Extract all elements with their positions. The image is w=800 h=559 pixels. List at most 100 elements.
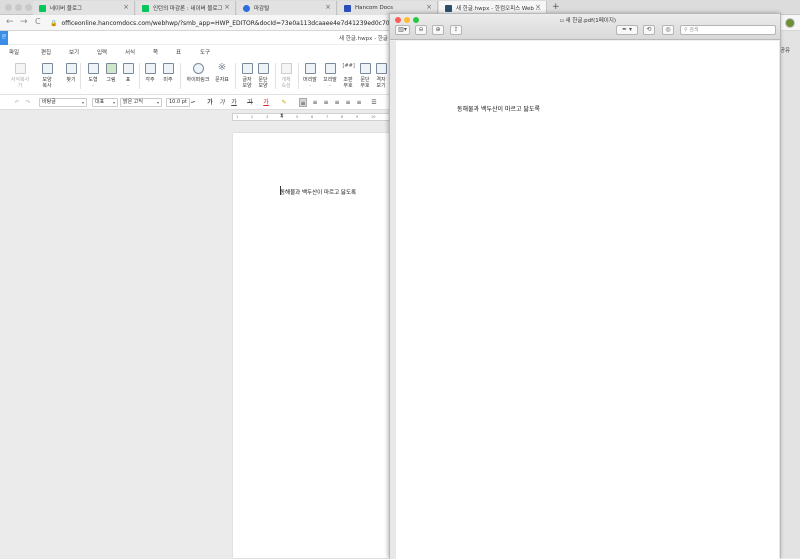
hancom-app-badge[interactable]: 한 [0,31,8,45]
pdf-text[interactable]: 동해물과 백두산이 마르고 닳도록 [457,104,540,113]
bold-button[interactable]: 가 [206,98,214,107]
window-minimize-button[interactable] [15,4,22,11]
preview-close-button[interactable] [395,17,401,23]
close-icon[interactable]: × [325,3,331,11]
strike-button[interactable]: 가 [246,98,254,107]
object-props-button[interactable]: 개체 속성 [275,63,297,89]
asterisk-icon: ※ [217,62,227,73]
preview-search-input[interactable]: ⚲ 검색 [680,25,776,35]
rotate-icon: ⟲ [646,26,652,33]
redo-button[interactable]: ↷ [24,98,32,107]
menu-edit[interactable]: 편집 [41,48,51,56]
preview-minimize-button[interactable] [404,17,410,23]
drop-favicon-icon [243,4,250,12]
brush-icon [41,63,53,74]
close-icon[interactable]: × [224,3,230,11]
document-title: 새 한글.hwpx - 한글 [338,36,388,42]
menu-table[interactable]: 표 [176,48,181,56]
menu-insert[interactable]: 입력 [97,48,107,56]
preview-canvas[interactable]: 동해물과 백두산이 마르고 닳도록 [390,41,780,559]
tab-intern-blog[interactable]: 인턴의 마감론 : 네이버 블로그 × [136,1,236,15]
pen-icon: ✒ ▾ [622,26,632,33]
undo-button[interactable]: ↶ [13,98,21,107]
align-left-icon[interactable]: ≡ [311,98,319,107]
format-painter-icon [14,63,26,74]
pdf-page[interactable]: 동해물과 백두산이 마르고 닳도록 [396,41,779,559]
share-button[interactable]: 공유 [780,46,790,54]
shape-copy-button[interactable]: 모양 복사 [36,63,58,89]
font-size-input[interactable]: 10.0 pt [166,98,190,107]
tab-magamteol[interactable]: 마감털 × [237,1,337,15]
preview-title: ▫ 새 한글.pdf(1페이지) [560,18,617,24]
hyperlink-button[interactable]: 하이퍼링크 [185,63,211,83]
shape-icon [87,63,99,74]
distribute-icon[interactable]: ≡ [344,98,352,107]
indent-marker[interactable]: ⧗ [280,113,284,119]
header-icon [304,63,316,74]
window-zoom-button[interactable] [25,4,32,11]
rotate-button[interactable]: ⟲ [643,25,655,35]
font-group-select[interactable]: 대표 ▾ [92,98,118,107]
url-field[interactable]: 🔒 officeonline.hancomdocs.com/webhwp/?sm… [50,18,395,29]
italic-button[interactable]: 가 [218,98,226,107]
menu-format[interactable]: 서식 [125,48,135,56]
new-tab-button[interactable]: + [552,2,560,12]
markup-button[interactable]: ✒ ▾ [616,25,638,35]
align-right-icon[interactable]: ≡ [333,98,341,107]
ribbon-divider [80,63,81,89]
menu-page[interactable]: 쪽 [153,48,158,56]
back-button[interactable]: ← [6,17,14,27]
sidebar-toggle-button[interactable]: ▥▾ [395,25,410,35]
zoom-in-icon: ⊕ [435,26,441,33]
tab-naver-blog[interactable]: 네이버 블로그 × [33,1,135,15]
underline-button[interactable]: 가 [230,98,238,107]
align-center-icon[interactable]: ≡ [322,98,330,107]
grid-icon [375,63,387,74]
close-icon[interactable]: × [426,3,432,11]
tab-label: 마감털 [254,6,270,12]
find-button[interactable]: 찾기 [60,63,82,83]
annotate-icon: ◎ [665,26,671,33]
format-painter-button[interactable]: 서식복사 가 [9,63,31,89]
window-close-button[interactable] [5,4,12,11]
menu-view[interactable]: 보기 [69,48,79,56]
table-button[interactable]: 표 · [117,63,139,89]
table-icon [122,63,134,74]
highlight-icon[interactable]: ✎ [280,98,288,107]
forward-button[interactable]: → [20,17,28,27]
chevron-down-icon: ▾ [156,100,159,105]
tab-label: 새 한글.hwpx - 한컴오피스 Web ... [456,6,541,12]
layout-marks-icon: [##] [342,63,355,69]
hancom-menu-bar: 파일 편집 보기 입력 서식 쪽 표 도구 [0,45,390,57]
para-shape-button[interactable]: 문단 모양 [252,63,274,89]
symbol-button[interactable]: ※ 문자표 [211,62,233,84]
zoom-out-button[interactable]: ⊖ [415,25,427,35]
menu-file[interactable]: 파일 [9,48,19,56]
header-button[interactable]: 머리말 · [299,63,321,89]
document-page[interactable] [233,133,390,558]
reload-button[interactable]: C [35,17,41,26]
close-icon[interactable]: × [123,3,129,11]
split-icon[interactable]: ≡ [355,98,363,107]
endnote-button[interactable]: 미주 [157,63,179,83]
justify-icon[interactable]: ≡ [299,98,307,107]
style-select[interactable]: 바탕글 ▾ [39,98,87,107]
share-icon-button[interactable]: ⇪ [450,25,462,35]
size-stepper[interactable]: ▴▾ [191,99,195,104]
document-text[interactable]: 동해물과 백두산이 마르고 닳도록 [280,188,356,196]
avatar[interactable] [785,18,795,28]
zoom-in-button[interactable]: ⊕ [432,25,444,35]
font-color-button[interactable]: 가 [262,98,270,107]
preview-zoom-button[interactable] [413,17,419,23]
close-icon[interactable]: × [535,3,541,11]
endnote-icon [162,63,174,74]
hancom-ribbon: 서식복사 가 모양 복사 찾기 도형 · 그림 표 · 각주 미주 하이퍼링크 … [0,57,390,95]
line-spacing-icon[interactable]: ☰ [370,98,378,107]
annotate-button[interactable]: ◎ [662,25,674,35]
footnote-icon [144,63,156,74]
lock-icon: 🔒 [50,20,58,27]
menu-tools[interactable]: 도구 [200,48,210,56]
zoom-out-icon: ⊖ [418,26,424,33]
font-select[interactable]: 맑은 고딕 ▾ [120,98,162,107]
ruler[interactable]: 1 2 3 4 5 6 7 8 9 10 ⧗ [232,113,390,121]
